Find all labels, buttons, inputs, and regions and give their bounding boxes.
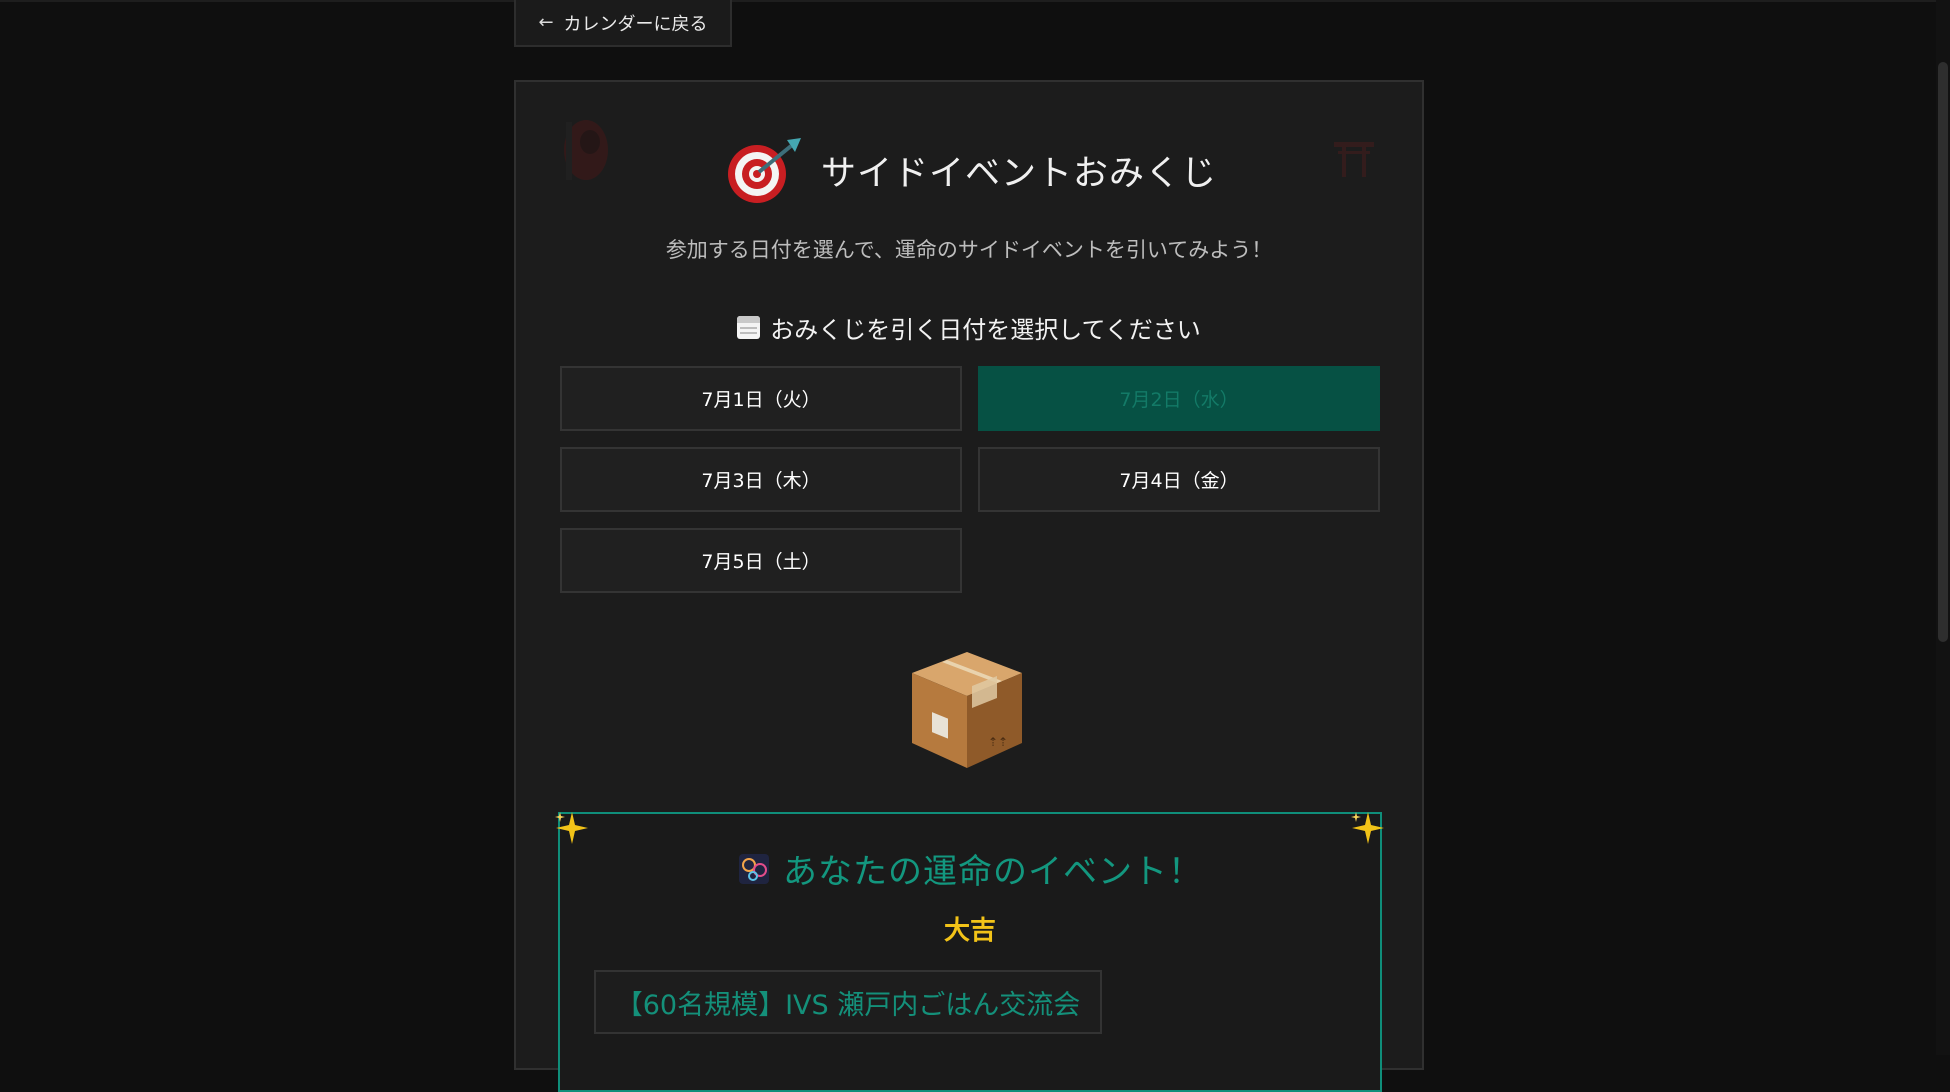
title-text: サイドイベントおみくじ bbox=[820, 153, 1217, 194]
page-title: サイドイベントおみくじ bbox=[516, 134, 1422, 206]
svg-text:⇡⇡: ⇡⇡ bbox=[988, 735, 1008, 749]
fireworks-icon bbox=[739, 853, 769, 884]
date-button-label: 7月3日（木） bbox=[701, 470, 821, 492]
result-title-text: あなたの運命のイベント！ bbox=[783, 852, 1203, 892]
date-button-jul-5[interactable]: 7月5日（土） bbox=[560, 528, 962, 593]
event-name: 【60名規模】IVS 瀬戸内ごはん交流会 bbox=[615, 989, 1081, 1021]
date-select-heading: おみくじを引く日付を選択してください bbox=[516, 310, 1422, 345]
date-button-jul-3[interactable]: 7月3日（木） bbox=[560, 447, 962, 512]
date-button-label: 7月4日（金） bbox=[1119, 470, 1239, 492]
date-button-jul-2[interactable]: 7月2日（水） bbox=[978, 366, 1380, 431]
date-button-label: 7月1日（火） bbox=[701, 389, 821, 411]
event-link[interactable]: 【60名規模】IVS 瀬戸内ごはん交流会 bbox=[594, 970, 1102, 1034]
arrow-left-icon: ← bbox=[538, 12, 554, 33]
result-title: あなたの運命のイベント！ bbox=[560, 844, 1380, 893]
sparkle-icon bbox=[1351, 812, 1384, 844]
calendar-icon bbox=[737, 316, 761, 339]
scrollbar[interactable] bbox=[1936, 0, 1950, 1055]
package-box-icon: ⇡⇡ bbox=[912, 652, 1022, 768]
date-button-jul-1[interactable]: 7月1日（火） bbox=[560, 366, 962, 431]
date-button-label: 7月5日（土） bbox=[701, 551, 821, 573]
omikuji-panel: サイドイベントおみくじ 参加する日付を選んで、運命のサイドイベントを引いてみよう… bbox=[514, 80, 1424, 1092]
sparkle-icon bbox=[555, 812, 588, 844]
top-border bbox=[0, 0, 1950, 2]
date-button-label: 7月2日（水） bbox=[1119, 389, 1239, 411]
back-to-calendar-button[interactable]: ← カレンダーに戻る bbox=[514, 0, 732, 47]
result-card: あなたの運命のイベント！ 大吉 【60名規模】IVS 瀬戸内ごはん交流会 bbox=[555, 812, 1384, 1092]
scrollbar-thumb[interactable] bbox=[1938, 62, 1948, 642]
dart-target-icon bbox=[727, 138, 801, 203]
date-button-jul-4[interactable]: 7月4日（金） bbox=[978, 447, 1380, 512]
subtitle: 参加する日付を選んで、運命のサイドイベントを引いてみよう！ bbox=[665, 238, 1273, 262]
date-select-heading-text: おみくじを引く日付を選択してください bbox=[770, 316, 1201, 344]
back-button-label: カレンダーに戻る bbox=[563, 13, 708, 35]
fortune-result: 大吉 bbox=[943, 916, 996, 946]
